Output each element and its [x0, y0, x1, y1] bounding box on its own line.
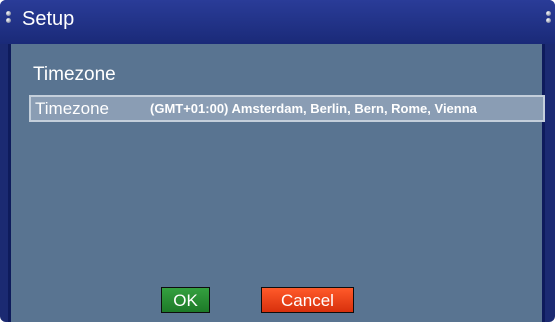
- title-bar: Setup: [0, 0, 555, 44]
- timezone-setting-highlight: Timezone (GMT+01:00) Amsterdam, Berlin, …: [31, 97, 543, 120]
- timezone-setting-row[interactable]: Timezone (GMT+01:00) Amsterdam, Berlin, …: [29, 95, 545, 122]
- screw-icon: [544, 10, 554, 30]
- window-title: Setup: [22, 8, 75, 30]
- timezone-setting-label: Timezone: [35, 99, 110, 118]
- ok-button[interactable]: OK: [161, 287, 210, 313]
- timezone-setting-value[interactable]: (GMT+01:00) Amsterdam, Berlin, Bern, Rom…: [150, 101, 477, 116]
- settings-panel: Timezone Timezone (GMT+01:00) Amsterdam,…: [8, 44, 545, 322]
- setup-dialog: Setup Timezone Timezone (GMT+01:00) Amst…: [0, 0, 555, 322]
- screw-icon: [4, 10, 14, 30]
- section-title: Timezone: [33, 64, 116, 85]
- cancel-button[interactable]: Cancel: [261, 287, 354, 313]
